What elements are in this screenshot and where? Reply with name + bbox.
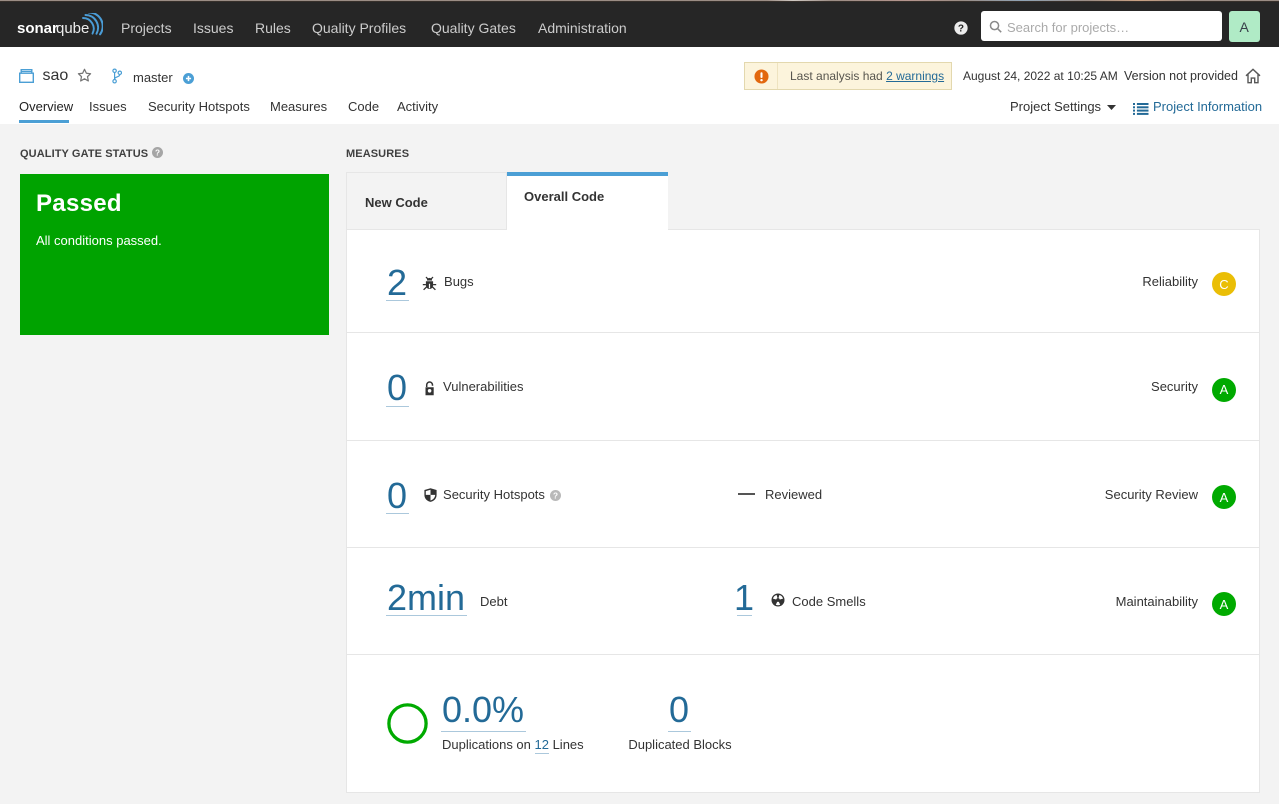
svg-text:sonar: sonar [17,20,58,37]
svg-text:qube: qube [56,20,89,37]
svg-text:?: ? [155,148,160,157]
svg-text:?: ? [553,491,558,500]
svg-text:?: ? [958,24,964,35]
